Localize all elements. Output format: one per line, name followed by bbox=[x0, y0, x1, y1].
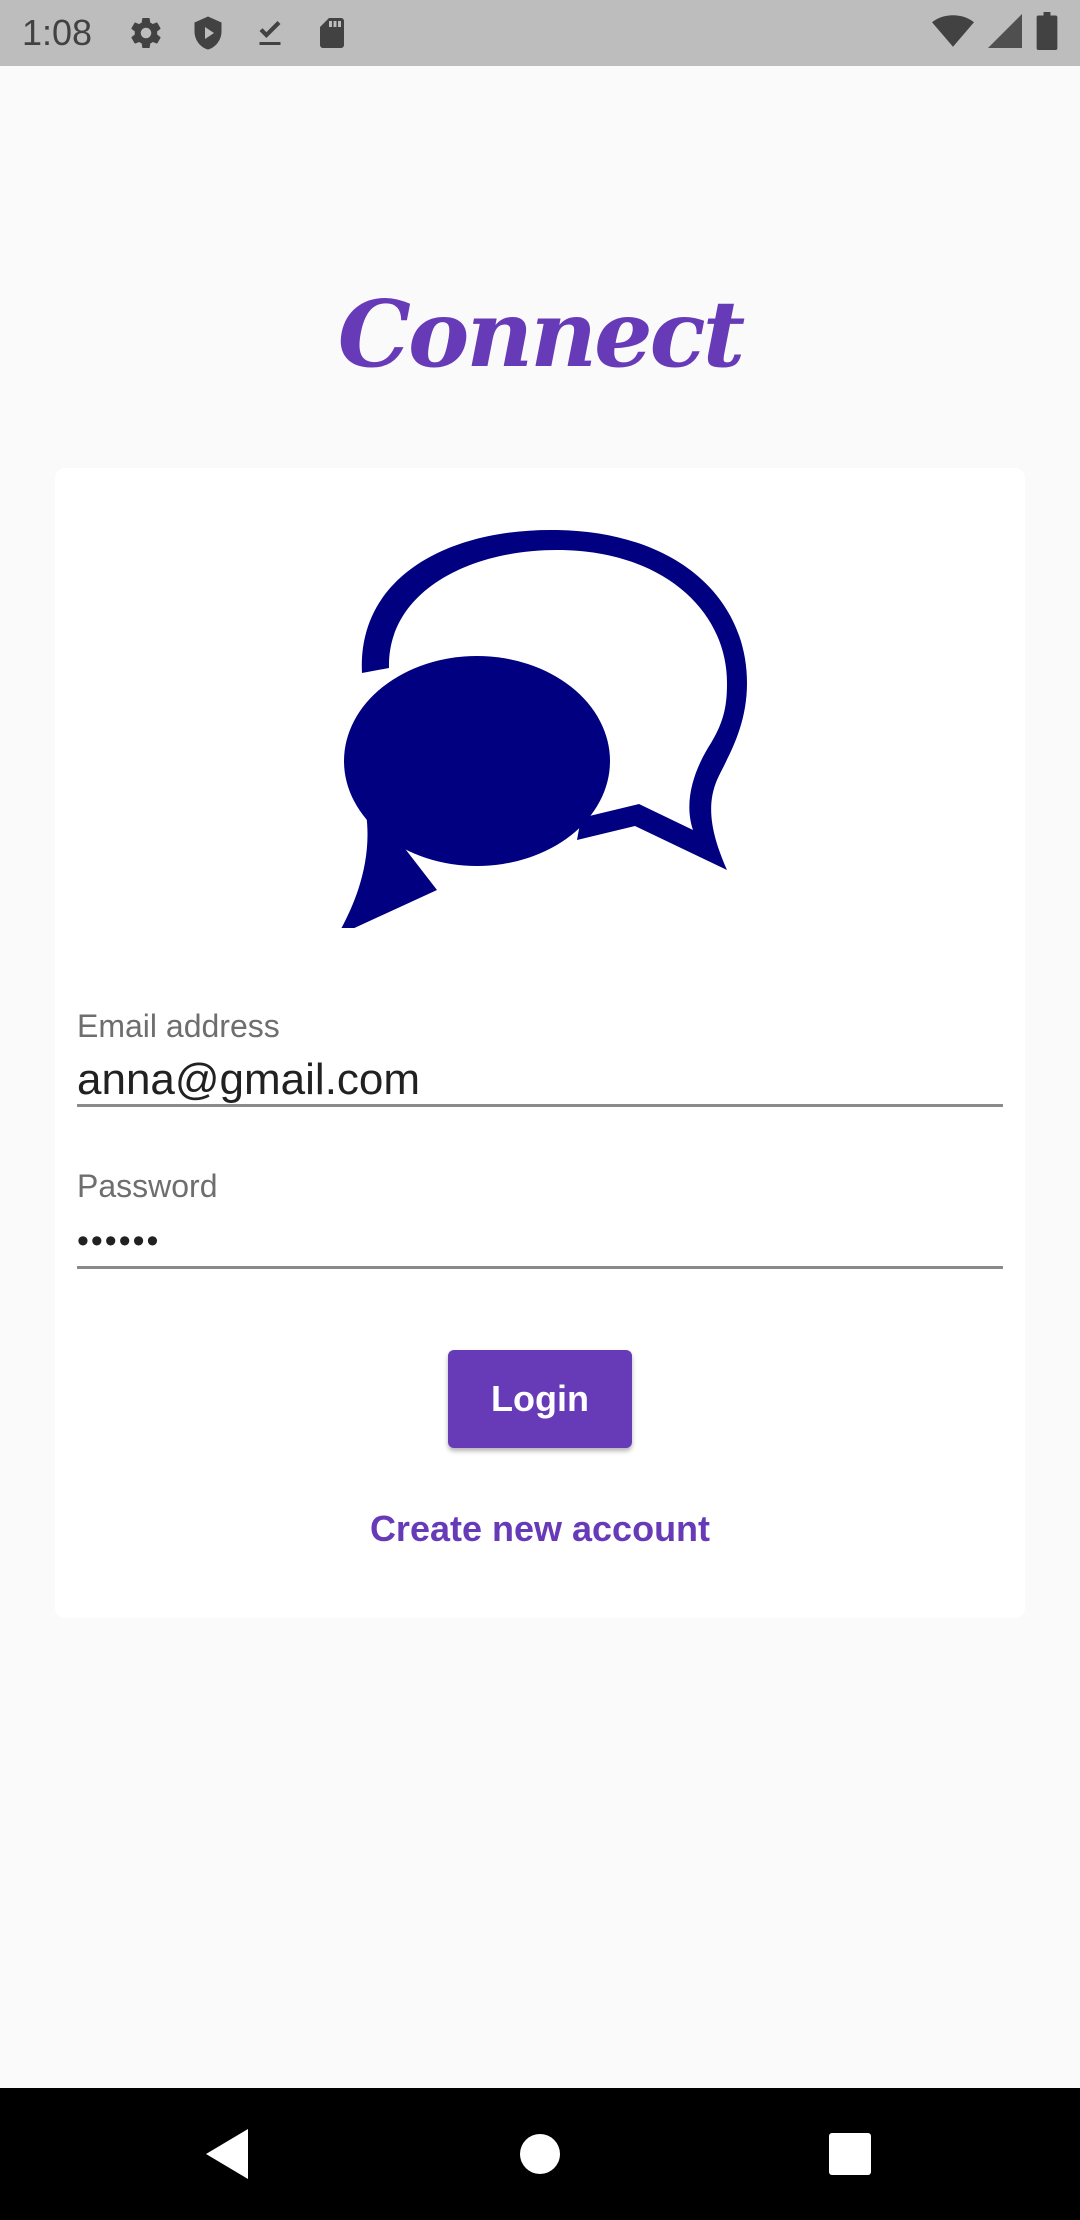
password-label: Password bbox=[77, 1168, 218, 1204]
password-field[interactable]: Password •••••• bbox=[77, 1168, 1003, 1272]
cell-signal-icon bbox=[988, 13, 1022, 54]
home-icon[interactable] bbox=[504, 2118, 576, 2190]
password-input[interactable]: •••••• bbox=[77, 1222, 160, 1261]
status-bar: 1:08 bbox=[0, 0, 1080, 66]
chat-bubbles-icon bbox=[341, 529, 747, 928]
create-account-link[interactable]: Create new account bbox=[55, 1508, 1025, 1550]
app-title: Connect bbox=[337, 280, 745, 388]
email-input[interactable] bbox=[77, 1050, 1003, 1110]
navigation-bar bbox=[0, 2088, 1080, 2220]
email-field[interactable]: Email address bbox=[77, 1008, 1003, 1110]
status-time: 1:08 bbox=[22, 12, 93, 53]
battery-icon bbox=[1036, 11, 1058, 55]
login-card: Email address Password •••••• Login Crea… bbox=[55, 468, 1025, 1618]
download-done-icon bbox=[252, 15, 288, 51]
status-left: 1:08 bbox=[22, 12, 350, 54]
wifi-icon bbox=[932, 13, 974, 54]
settings-icon bbox=[128, 15, 164, 51]
back-icon[interactable] bbox=[192, 2118, 264, 2190]
sd-card-icon bbox=[314, 15, 350, 51]
password-underline bbox=[77, 1266, 1003, 1269]
email-underline bbox=[77, 1104, 1003, 1107]
recents-icon[interactable] bbox=[814, 2118, 886, 2190]
login-button[interactable]: Login bbox=[448, 1350, 632, 1448]
shield-play-icon bbox=[190, 15, 226, 51]
email-label: Email address bbox=[77, 1008, 280, 1044]
status-right bbox=[932, 11, 1058, 55]
